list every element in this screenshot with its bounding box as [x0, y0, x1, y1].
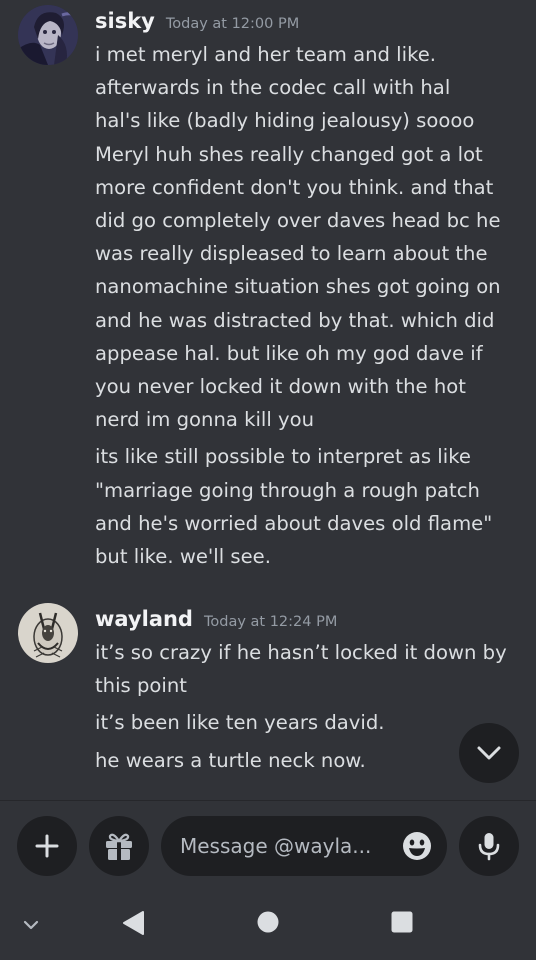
microphone-icon	[478, 833, 500, 861]
message-body: i met meryl and her team and like. after…	[95, 38, 525, 573]
message-text: its like still possible to interpret as …	[95, 445, 493, 569]
home-button[interactable]	[254, 908, 282, 936]
recents-button[interactable]	[388, 908, 416, 936]
username[interactable]: sisky	[95, 9, 155, 33]
voice-message-button[interactable]	[459, 816, 519, 876]
chevron-down-icon	[23, 920, 39, 930]
gift-icon	[106, 833, 132, 860]
message-text: i met meryl and her team and like. after…	[95, 43, 501, 432]
chevron-down-icon	[477, 746, 501, 760]
system-navigation-bar	[0, 896, 536, 960]
add-attachment-button[interactable]	[17, 816, 77, 876]
message-composer: Message @wayla...	[0, 800, 536, 897]
timestamp: Today at 12:00 PM	[165, 16, 300, 32]
message-header: wayland Today at 12:24 PM	[95, 607, 337, 631]
jump-to-bottom-button[interactable]	[459, 723, 519, 783]
avatar[interactable]	[18, 603, 78, 663]
recents-square-icon	[391, 911, 413, 933]
message-header: sisky Today at 12:00 PM	[95, 9, 299, 33]
back-button[interactable]	[118, 908, 148, 938]
chat-messages: sisky Today at 12:00 PM i met meryl and …	[0, 0, 536, 800]
plus-icon	[35, 834, 59, 858]
timestamp: Today at 12:24 PM	[203, 614, 338, 630]
gift-button[interactable]	[89, 816, 149, 876]
back-triangle-icon	[123, 911, 144, 935]
username[interactable]: wayland	[95, 607, 193, 631]
hide-keyboard-button[interactable]	[16, 910, 46, 940]
message-text: it’s been like ten years david.	[95, 711, 385, 735]
message-text: it’s so crazy if he hasn’t locked it dow…	[95, 641, 507, 698]
avatar[interactable]	[18, 5, 78, 65]
message-input[interactable]: Message @wayla...	[161, 816, 447, 876]
home-circle-icon	[257, 911, 279, 933]
emoji-icon[interactable]	[401, 830, 433, 862]
message-input-placeholder: Message @wayla...	[180, 834, 372, 858]
